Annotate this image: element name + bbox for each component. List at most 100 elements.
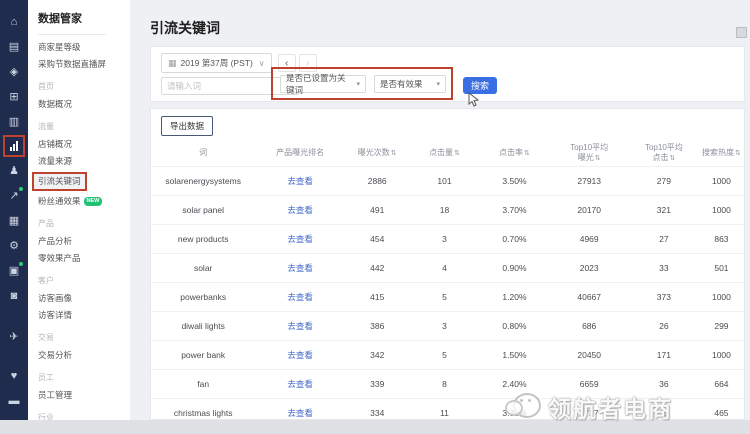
view-ranking-link[interactable]: 去查看 <box>287 263 313 273</box>
favorites-icon[interactable]: ♥ <box>3 363 25 388</box>
send-icon[interactable]: ✈ <box>3 324 25 349</box>
view-ranking-link[interactable]: 去查看 <box>287 379 313 389</box>
sidebar-item[interactable]: 访客画像 <box>38 294 72 303</box>
value-cell: 3.70% <box>479 195 549 224</box>
sort-icon[interactable]: ⇅ <box>391 150 397 157</box>
effect-select[interactable]: 是否有效果 ▾ <box>374 75 446 93</box>
sidebar-item[interactable]: 引流关键词 <box>34 174 85 189</box>
value-cell: 664 <box>699 369 744 398</box>
column-header[interactable]: Top10平均点击⇅ <box>629 141 699 166</box>
column-header[interactable]: 点击量⇅ <box>410 141 480 166</box>
value-cell: 27 <box>629 224 699 253</box>
sort-icon[interactable]: ⇅ <box>524 150 530 157</box>
table-row: solarenergysystems去查看28861013.50%2791327… <box>151 166 744 195</box>
table-row: solar去查看44240.90%202333501 <box>151 253 744 282</box>
week-selector[interactable]: ▦ 2019 第37周 (PST) ∨ <box>161 53 272 73</box>
table-row: powerbanks去查看41551.20%406673731000 <box>151 282 744 311</box>
value-cell: 26 <box>629 311 699 340</box>
sidebar-item[interactable]: 产品分析 <box>38 237 72 246</box>
view-ranking-link[interactable]: 去查看 <box>287 176 313 186</box>
keyword-cell[interactable]: fan <box>151 369 255 398</box>
sidebar-item[interactable]: 数据概况 <box>38 100 72 109</box>
sidebar-item-label: 员工管理 <box>38 391 72 400</box>
messages-icon[interactable]: ▥ <box>3 109 25 134</box>
search-button[interactable]: 搜索 <box>463 77 497 94</box>
sidebar-item[interactable]: 员工管理 <box>38 391 72 400</box>
value-cell: 1000 <box>699 282 744 311</box>
keyword-set-select[interactable]: 是否已设置为关键词 ▾ <box>280 75 366 93</box>
column-header: 产品曝光排名 <box>255 141 345 166</box>
keyword-cell[interactable]: diwali lights <box>151 311 255 340</box>
sidebar-item[interactable]: 商家星等级 <box>38 43 81 52</box>
view-ranking-link[interactable]: 去查看 <box>287 350 313 360</box>
value-cell: 321 <box>629 195 699 224</box>
sort-icon[interactable]: ⇅ <box>669 155 675 162</box>
value-cell: 863 <box>699 224 744 253</box>
keyword-cell[interactable]: power bank <box>151 340 255 369</box>
sidebar-item[interactable]: 店铺概况 <box>38 140 72 149</box>
value-cell: 686 <box>549 311 628 340</box>
value-cell: 18 <box>410 195 480 224</box>
orders-icon[interactable]: ▤ <box>3 34 25 59</box>
column-header[interactable]: 搜索热度⇅ <box>699 141 744 166</box>
value-cell: 373 <box>629 282 699 311</box>
contacts-icon[interactable]: ♟ <box>3 158 25 183</box>
value-cell: 27913 <box>549 166 628 195</box>
keywords-table: 词产品曝光排名曝光次数⇅点击量⇅点击率⇅Top10平均曝光⇅Top10平均点击⇅… <box>151 141 744 420</box>
sidebar-item[interactable]: 交易分析 <box>38 351 72 360</box>
share-icon[interactable]: ↗ <box>3 183 25 208</box>
table-row: christmas lights去查看334113.30%172735465 <box>151 398 744 420</box>
sidebar-group-label: 流量 <box>38 121 130 132</box>
table-row: fan去查看33982.40%665936664 <box>151 369 744 398</box>
shield-icon[interactable]: ◈ <box>3 59 25 84</box>
value-cell: 171 <box>629 340 699 369</box>
value-cell: 101 <box>410 166 480 195</box>
week-selector-value: 2019 第37周 (PST) <box>181 57 253 69</box>
sidebar-divider <box>38 34 106 35</box>
keyword-cell[interactable]: solar panel <box>151 195 255 224</box>
export-data-button[interactable]: 导出数据 <box>161 116 213 136</box>
apps-icon[interactable]: ⊞ <box>3 84 25 109</box>
sort-icon[interactable]: ⇅ <box>595 155 601 162</box>
view-ranking-link[interactable]: 去查看 <box>287 292 313 302</box>
view-ranking-link[interactable]: 去查看 <box>287 408 313 418</box>
keyword-cell[interactable]: new products <box>151 224 255 253</box>
value-cell: 1000 <box>699 340 744 369</box>
value-cell: 36 <box>629 369 699 398</box>
keyword-cell[interactable]: christmas lights <box>151 398 255 420</box>
sidebar-item[interactable]: 采购节数据直播屏 <box>38 60 106 69</box>
sidebar-item-label: 流量来源 <box>38 157 72 166</box>
value-cell: 1000 <box>699 166 744 195</box>
column-header[interactable]: 曝光次数⇅ <box>345 141 410 166</box>
column-header[interactable]: 点击率⇅ <box>479 141 549 166</box>
sort-icon[interactable]: ⇅ <box>454 150 460 157</box>
view-ranking-link[interactable]: 去查看 <box>287 234 313 244</box>
value-cell: 334 <box>345 398 410 420</box>
settings-icon[interactable]: ⚙ <box>3 233 25 258</box>
analytics-icon[interactable] <box>3 135 25 157</box>
table-row: power bank去查看34251.50%204501711000 <box>151 340 744 369</box>
page-title: 引流关键词 <box>150 18 220 38</box>
keyword-cell[interactable]: solar <box>151 253 255 282</box>
sidebar-item-label: 交易分析 <box>38 351 72 360</box>
sidebar-item[interactable]: 零效果产品 <box>38 254 81 263</box>
app-title: 数据管家 <box>38 10 130 26</box>
shop-icon[interactable]: ▣ <box>3 258 25 283</box>
view-ranking-link[interactable]: 去查看 <box>287 321 313 331</box>
products-icon[interactable]: ▦ <box>3 208 25 233</box>
sort-icon[interactable]: ⇅ <box>735 150 741 157</box>
keyword-cell[interactable]: solarenergysystems <box>151 166 255 195</box>
media-icon[interactable]: ◙ <box>3 283 25 308</box>
home-icon[interactable]: ⌂ <box>3 9 25 34</box>
value-cell: 11 <box>410 398 480 420</box>
value-cell: 33 <box>629 253 699 282</box>
work-icon[interactable]: ▬ <box>3 388 25 413</box>
sidebar-group-label: 首页 <box>38 81 130 92</box>
keyword-cell[interactable]: powerbanks <box>151 282 255 311</box>
sidebar-item[interactable]: 粉丝通效果NEW <box>38 197 102 206</box>
expand-icon[interactable] <box>736 27 747 38</box>
sidebar-item[interactable]: 访客详情 <box>38 311 72 320</box>
sidebar-item[interactable]: 流量来源 <box>38 157 72 166</box>
column-header[interactable]: Top10平均曝光⇅ <box>549 141 628 166</box>
view-ranking-link[interactable]: 去查看 <box>287 205 313 215</box>
